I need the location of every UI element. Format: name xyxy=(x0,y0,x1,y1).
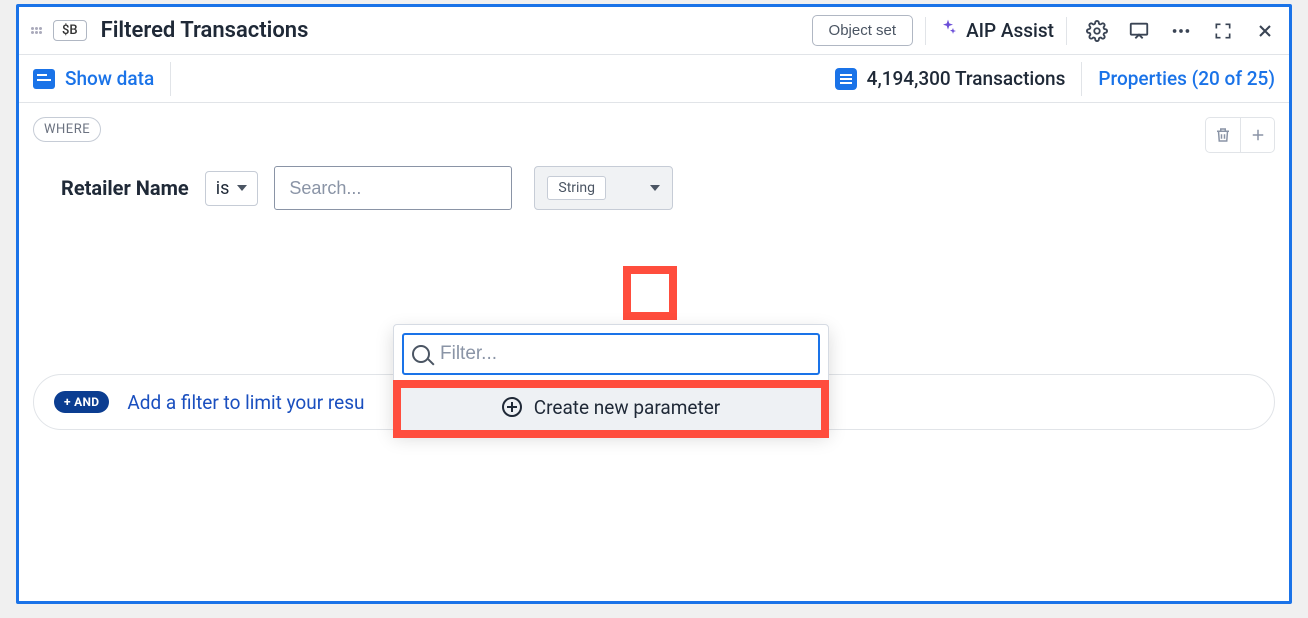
dropdown-filter-box[interactable] xyxy=(402,333,820,375)
transaction-count-label: 4,194,300 Transactions xyxy=(867,67,1066,90)
app-frame: $B Filtered Transactions Object set AIP … xyxy=(16,4,1292,604)
create-parameter-label: Create new parameter xyxy=(534,396,720,419)
plus-icon[interactable] xyxy=(1240,118,1274,152)
expand-icon[interactable] xyxy=(1209,17,1237,45)
type-select[interactable]: String xyxy=(534,166,673,210)
trash-icon[interactable] xyxy=(1206,118,1240,152)
object-set-button[interactable]: Object set xyxy=(812,15,914,46)
create-parameter-item[interactable]: Create new parameter xyxy=(394,383,828,431)
divider xyxy=(1081,62,1082,96)
transaction-count: 4,194,300 Transactions xyxy=(835,67,1066,90)
info-bar: Show data 4,194,300 Transactions Propert… xyxy=(19,55,1289,103)
title-bar: $B Filtered Transactions Object set AIP … xyxy=(19,7,1289,55)
filter-row: Retailer Name is String xyxy=(61,166,1275,210)
divider xyxy=(1066,17,1067,45)
chevron-down-icon xyxy=(650,185,660,191)
close-icon[interactable] xyxy=(1251,17,1279,45)
filter-body: WHERE Retailer Name is String xyxy=(19,103,1289,224)
divider xyxy=(925,17,926,45)
dataset-icon xyxy=(835,68,857,90)
add-filter-text: Add a filter to limit your resu xyxy=(127,391,364,414)
annotation-highlight xyxy=(623,266,677,320)
type-label: String xyxy=(547,176,606,200)
show-data-icon xyxy=(33,69,55,89)
aip-assist-button[interactable]: AIP Assist xyxy=(938,18,1054,43)
divider xyxy=(170,62,171,96)
page-title: Filtered Transactions xyxy=(101,18,309,43)
aip-assist-label: AIP Assist xyxy=(966,19,1054,42)
presentation-icon[interactable] xyxy=(1125,17,1153,45)
gear-icon[interactable] xyxy=(1083,17,1111,45)
search-icon xyxy=(412,345,430,363)
operator-label: is xyxy=(216,178,230,199)
sparkle-icon xyxy=(938,18,958,43)
plus-circle-icon xyxy=(502,397,522,417)
show-data-label: Show data xyxy=(65,67,154,90)
drag-handle-icon[interactable] xyxy=(29,27,43,34)
value-search-input[interactable] xyxy=(274,166,512,210)
variable-badge[interactable]: $B xyxy=(53,20,87,41)
show-data-button[interactable]: Show data xyxy=(33,67,154,90)
operator-select[interactable]: is xyxy=(205,171,259,206)
properties-link[interactable]: Properties (20 of 25) xyxy=(1098,67,1275,90)
chevron-down-icon xyxy=(237,185,247,191)
and-pill: + AND xyxy=(54,391,109,413)
filter-tools xyxy=(1205,117,1275,153)
dropdown-filter-input[interactable] xyxy=(438,342,810,366)
more-icon[interactable] xyxy=(1167,17,1195,45)
filter-field-label: Retailer Name xyxy=(61,176,189,200)
parameter-dropdown: Create new parameter xyxy=(393,324,829,432)
where-chip: WHERE xyxy=(33,117,101,142)
